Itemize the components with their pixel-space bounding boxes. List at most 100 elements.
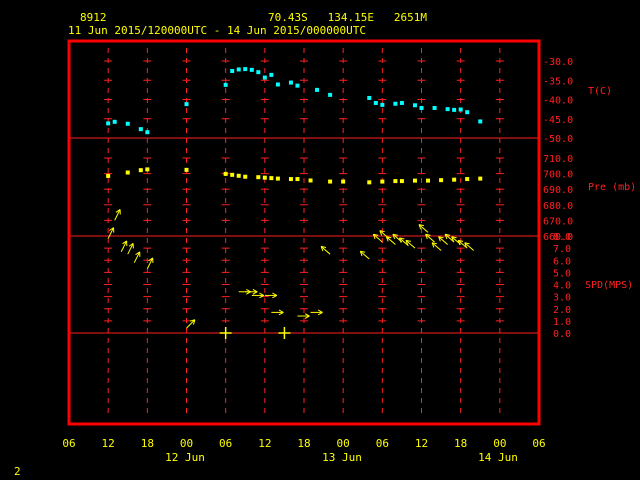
date-label: 12 Jun xyxy=(165,451,205,464)
temperature-point xyxy=(399,100,404,105)
temp-tick-label: -40.0 xyxy=(543,96,573,107)
pressure-point xyxy=(399,179,404,184)
x-tick-label: 18 xyxy=(297,437,310,450)
temp-tick-label: -50.0 xyxy=(543,134,573,145)
temperature-point xyxy=(112,119,117,124)
temp-tick-label: -30.0 xyxy=(543,57,573,68)
pressure-point xyxy=(308,178,313,183)
date-label: 13 Jun xyxy=(322,451,362,464)
temperature-point xyxy=(262,75,267,80)
temperature-point xyxy=(288,80,293,85)
spd-tick-label: 0.0 xyxy=(553,329,571,340)
x-tick-label: 06 xyxy=(376,437,389,450)
temperature-point xyxy=(373,100,378,105)
temperature-point xyxy=(445,107,450,112)
x-tick-label: 18 xyxy=(454,437,467,450)
spd-axis-label: SPD(MPS) xyxy=(585,280,633,291)
pressure-point xyxy=(367,180,372,185)
temperature-point xyxy=(393,101,398,106)
temperature-point xyxy=(419,105,424,110)
temperature-point xyxy=(223,82,228,87)
temperature-point xyxy=(236,67,241,72)
x-tick-label: 00 xyxy=(493,437,506,450)
meteogram-chart: 06 12 18 00 06 12 18 00 06 12 18 00 06 12 Jun 13 Jun 14… xyxy=(62,39,636,464)
x-tick-label: 12 xyxy=(415,437,428,450)
spd-tick-label: 3.0 xyxy=(553,293,571,304)
temp-axis-label: T(C) xyxy=(588,86,612,97)
pressure-point xyxy=(439,178,444,183)
pressure-point xyxy=(275,176,280,181)
pressure-point xyxy=(341,179,346,184)
pressure-point xyxy=(452,177,457,182)
pressure-point xyxy=(106,173,111,178)
pressure-point xyxy=(145,167,150,172)
spd-tick-label: 6.0 xyxy=(553,256,571,267)
temperature-point xyxy=(269,72,274,77)
pressure-point xyxy=(125,170,130,175)
pressure-point xyxy=(465,177,470,182)
x-tick-label: 06 xyxy=(219,437,232,450)
pressure-point xyxy=(380,179,385,184)
x-tick-label: 06 xyxy=(62,437,75,450)
pres-tick-label: 680.0 xyxy=(543,201,573,212)
pressure-point xyxy=(184,167,189,172)
pressure-point xyxy=(393,179,398,184)
grid-layer xyxy=(69,48,539,418)
temperature-point xyxy=(106,121,111,126)
temperature-point xyxy=(458,107,463,112)
temperature-point xyxy=(184,102,189,107)
x-tick-label: 12 xyxy=(102,437,115,450)
temperature-point xyxy=(380,102,385,107)
pres-tick-label: 710.0 xyxy=(543,154,573,165)
temperature-point xyxy=(367,95,372,100)
temperature-point xyxy=(249,67,254,72)
temperature-point xyxy=(243,67,248,72)
pressure-point xyxy=(223,171,228,176)
pressure-point xyxy=(243,174,248,179)
date-label: 14 Jun xyxy=(478,451,518,464)
pres-tick-label: 690.0 xyxy=(543,185,573,196)
temperature-point xyxy=(315,87,320,92)
pres-tick-label: 700.0 xyxy=(543,170,573,181)
temperature-point xyxy=(295,83,300,88)
spd-tick-label: 1.0 xyxy=(553,317,571,328)
pressure-point xyxy=(236,173,241,178)
temperature-point xyxy=(256,70,261,75)
pressure-point xyxy=(328,179,333,184)
data-marks-layer xyxy=(106,67,483,339)
pressure-point xyxy=(295,177,300,182)
temperature-point xyxy=(412,103,417,108)
temperature-point xyxy=(230,69,235,74)
spd-tick-label: 7.0 xyxy=(553,244,571,255)
temperature-point xyxy=(275,82,280,87)
pressure-point xyxy=(412,178,417,183)
pressure-point xyxy=(269,176,274,181)
pressure-point xyxy=(426,178,431,183)
pressure-point xyxy=(256,175,261,180)
x-tick-label: 06 xyxy=(532,437,545,450)
spd-tick-label: 4.0 xyxy=(553,281,571,292)
spd-tick-label: 2.0 xyxy=(553,305,571,316)
pres-axis-label: Pre (mb) xyxy=(588,182,636,193)
temperature-point xyxy=(465,110,470,115)
temp-tick-label: -35.0 xyxy=(543,76,573,87)
temperature-point xyxy=(478,119,483,124)
x-tick-label: 18 xyxy=(141,437,154,450)
x-tick-label: 00 xyxy=(337,437,350,450)
pressure-point xyxy=(262,175,267,180)
pres-tick-label: 670.0 xyxy=(543,216,573,227)
spd-tick-label: 8.0 xyxy=(553,232,571,243)
pressure-point xyxy=(288,177,293,182)
temperature-point xyxy=(452,107,457,112)
pressure-point xyxy=(138,168,143,173)
temperature-point xyxy=(138,127,143,132)
temperature-point xyxy=(328,92,333,97)
temperature-point xyxy=(145,130,150,135)
spd-tick-label: 5.0 xyxy=(553,268,571,279)
x-tick-label: 00 xyxy=(180,437,193,450)
temperature-point xyxy=(125,121,130,126)
temp-tick-label: -45.0 xyxy=(543,115,573,126)
temperature-point xyxy=(432,105,437,110)
pressure-point xyxy=(230,172,235,177)
pressure-point xyxy=(478,176,483,181)
